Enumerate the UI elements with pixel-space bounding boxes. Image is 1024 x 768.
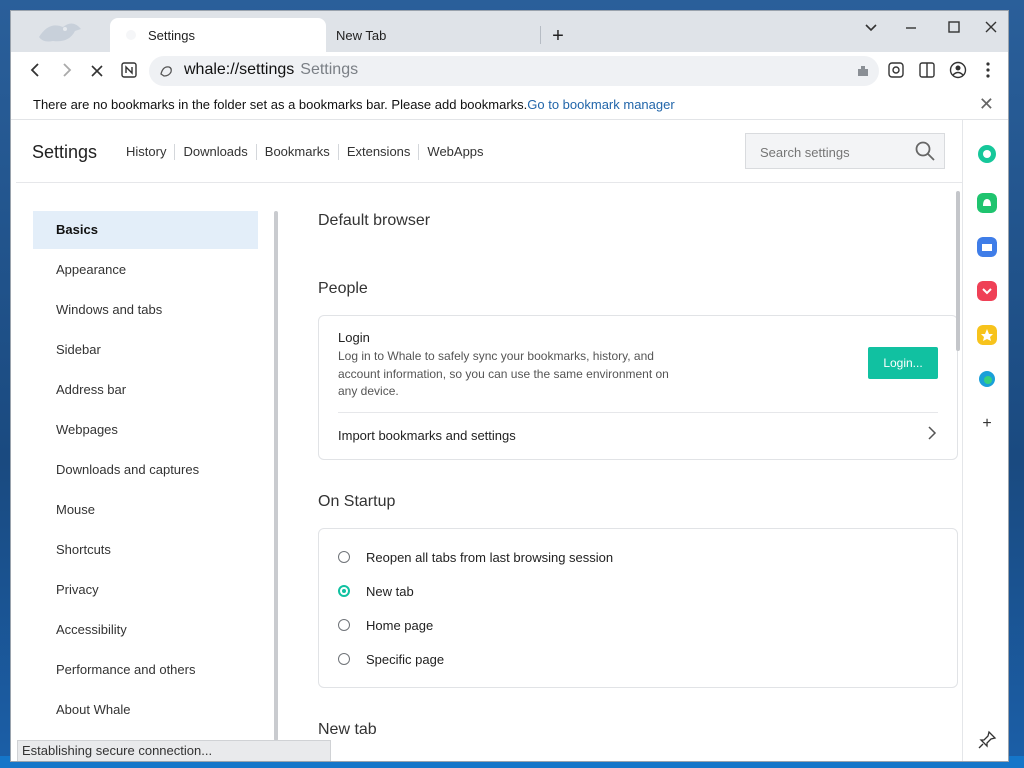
section-on-startup: On Startup bbox=[318, 493, 396, 510]
bookmarks-message: There are no bookmarks in the folder set… bbox=[33, 97, 675, 112]
settings-favicon-icon bbox=[126, 30, 136, 40]
login-button[interactable]: Login... bbox=[868, 347, 938, 379]
radio-label: Home page bbox=[366, 617, 434, 633]
tab-label: New Tab bbox=[336, 27, 387, 43]
menu-icon[interactable] bbox=[977, 61, 999, 83]
startup-option-home-page[interactable]: Home page bbox=[338, 613, 433, 637]
sidebar-item-basics[interactable]: Basics bbox=[33, 211, 258, 249]
split-view-icon[interactable] bbox=[916, 61, 938, 83]
tab-strip: Settings New Tab + bbox=[11, 11, 1008, 52]
forward-button[interactable] bbox=[55, 60, 79, 84]
radio-button-checked[interactable] bbox=[338, 585, 350, 597]
divider bbox=[338, 412, 938, 413]
nav-downloads[interactable]: Downloads bbox=[175, 144, 257, 160]
settings-content: Default browser People Login Log in to W… bbox=[279, 183, 962, 761]
section-new-tab: New tab bbox=[318, 721, 377, 738]
login-title: Login bbox=[338, 330, 370, 345]
sidebar-item-privacy[interactable]: Privacy bbox=[33, 571, 258, 609]
bell-icon[interactable] bbox=[977, 193, 997, 213]
sidebar-item-windows-tabs[interactable]: Windows and tabs bbox=[33, 291, 258, 329]
star-icon[interactable] bbox=[977, 325, 997, 345]
radio-button[interactable] bbox=[338, 619, 350, 631]
browser-window: Settings New Tab + whale://settings Sett… bbox=[10, 10, 1009, 762]
whale-logo-icon bbox=[39, 23, 81, 42]
profile-icon[interactable] bbox=[947, 61, 969, 83]
close-bookmark-bar-icon[interactable]: ✕ bbox=[979, 94, 994, 115]
bookmarks-bar: There are no bookmarks in the folder set… bbox=[11, 90, 1008, 120]
radio-button[interactable] bbox=[338, 551, 350, 563]
sidebar-item-address-bar[interactable]: Address bar bbox=[33, 371, 258, 409]
maximize-icon[interactable] bbox=[942, 19, 966, 39]
nav-extensions[interactable]: Extensions bbox=[339, 144, 420, 160]
section-people: People bbox=[318, 280, 368, 297]
page-title: Settings bbox=[32, 142, 98, 162]
chevron-down-icon[interactable] bbox=[859, 19, 883, 39]
tab-divider bbox=[540, 26, 541, 44]
close-icon[interactable] bbox=[979, 19, 1003, 39]
import-label: Import bookmarks and settings bbox=[338, 428, 516, 443]
briefcase-icon[interactable] bbox=[977, 237, 997, 257]
extension-icon[interactable] bbox=[855, 63, 871, 79]
sidebar-item-accessibility[interactable]: Accessibility bbox=[33, 611, 258, 649]
pocket-icon[interactable] bbox=[977, 281, 997, 301]
sidebar-item-sidebar[interactable]: Sidebar bbox=[33, 331, 258, 369]
add-icon[interactable]: + bbox=[977, 414, 997, 434]
nav-history[interactable]: History bbox=[126, 144, 176, 160]
people-card: Login Log in to Whale to safely sync you… bbox=[318, 315, 958, 460]
import-bookmarks-row[interactable]: Import bookmarks and settings bbox=[338, 416, 938, 454]
stop-button[interactable] bbox=[85, 60, 109, 84]
back-button[interactable] bbox=[23, 60, 47, 84]
sidebar-item-webpages[interactable]: Webpages bbox=[33, 411, 258, 449]
tab-new-tab[interactable]: New Tab bbox=[326, 18, 536, 52]
radio-label: New tab bbox=[366, 583, 414, 599]
radio-button[interactable] bbox=[338, 653, 350, 665]
section-default-browser: Default browser bbox=[318, 212, 431, 229]
toolbar: whale://settings Settings bbox=[11, 52, 1008, 90]
url-text: whale://settings Settings bbox=[184, 61, 359, 78]
capture-icon[interactable] bbox=[885, 61, 907, 83]
radio-label: Specific page bbox=[366, 651, 445, 667]
startup-option-specific-page[interactable]: Specific page bbox=[338, 647, 444, 671]
chevron-right-icon bbox=[928, 426, 937, 440]
search-input[interactable] bbox=[758, 141, 902, 163]
sidebar-item-appearance[interactable]: Appearance bbox=[33, 251, 258, 289]
sidebar-item-performance[interactable]: Performance and others bbox=[33, 651, 258, 689]
settings-sidebar: Basics Appearance Windows and tabs Sideb… bbox=[16, 183, 278, 761]
startup-option-new-tab[interactable]: New tab bbox=[338, 579, 414, 603]
sidebar-item-downloads-captures[interactable]: Downloads and captures bbox=[33, 451, 258, 489]
nav-webapps[interactable]: WebApps bbox=[419, 144, 491, 160]
minimize-icon[interactable] bbox=[899, 19, 923, 39]
tab-settings[interactable]: Settings bbox=[110, 18, 326, 52]
search-icon[interactable] bbox=[914, 140, 936, 162]
nav-bookmarks[interactable]: Bookmarks bbox=[257, 144, 339, 160]
radio-label: Reopen all tabs from last browsing sessi… bbox=[366, 549, 614, 565]
settings-header: Settings History Downloads Bookmarks Ext… bbox=[16, 120, 962, 183]
startup-option-reopen[interactable]: Reopen all tabs from last browsing sessi… bbox=[338, 545, 613, 569]
header-nav: History Downloads Bookmarks Extensions W… bbox=[126, 144, 492, 160]
whale-sidebar-rail: + bbox=[962, 120, 1008, 761]
bookmark-manager-link[interactable]: Go to bookmark manager bbox=[527, 97, 674, 112]
tab-label: Settings bbox=[148, 27, 195, 43]
login-description: Log in to Whale to safely sync your book… bbox=[338, 349, 669, 398]
content-scrollbar[interactable] bbox=[956, 191, 960, 351]
whale-space-icon[interactable] bbox=[977, 144, 997, 164]
new-tab-button[interactable]: + bbox=[547, 25, 569, 47]
naver-icon[interactable] bbox=[117, 60, 141, 84]
sidebar-scrollbar[interactable] bbox=[274, 211, 278, 741]
search-box bbox=[745, 133, 945, 169]
pin-icon[interactable] bbox=[977, 730, 997, 750]
edge-icon[interactable] bbox=[977, 369, 997, 389]
status-bubble: Establishing secure connection... bbox=[17, 740, 331, 761]
sidebar-item-shortcuts[interactable]: Shortcuts bbox=[33, 531, 258, 569]
sidebar-item-mouse[interactable]: Mouse bbox=[33, 491, 258, 529]
address-bar[interactable]: whale://settings Settings bbox=[149, 56, 879, 86]
startup-card: Reopen all tabs from last browsing sessi… bbox=[318, 528, 958, 688]
whale-site-icon bbox=[160, 66, 172, 77]
sidebar-item-about[interactable]: About Whale bbox=[33, 691, 258, 729]
